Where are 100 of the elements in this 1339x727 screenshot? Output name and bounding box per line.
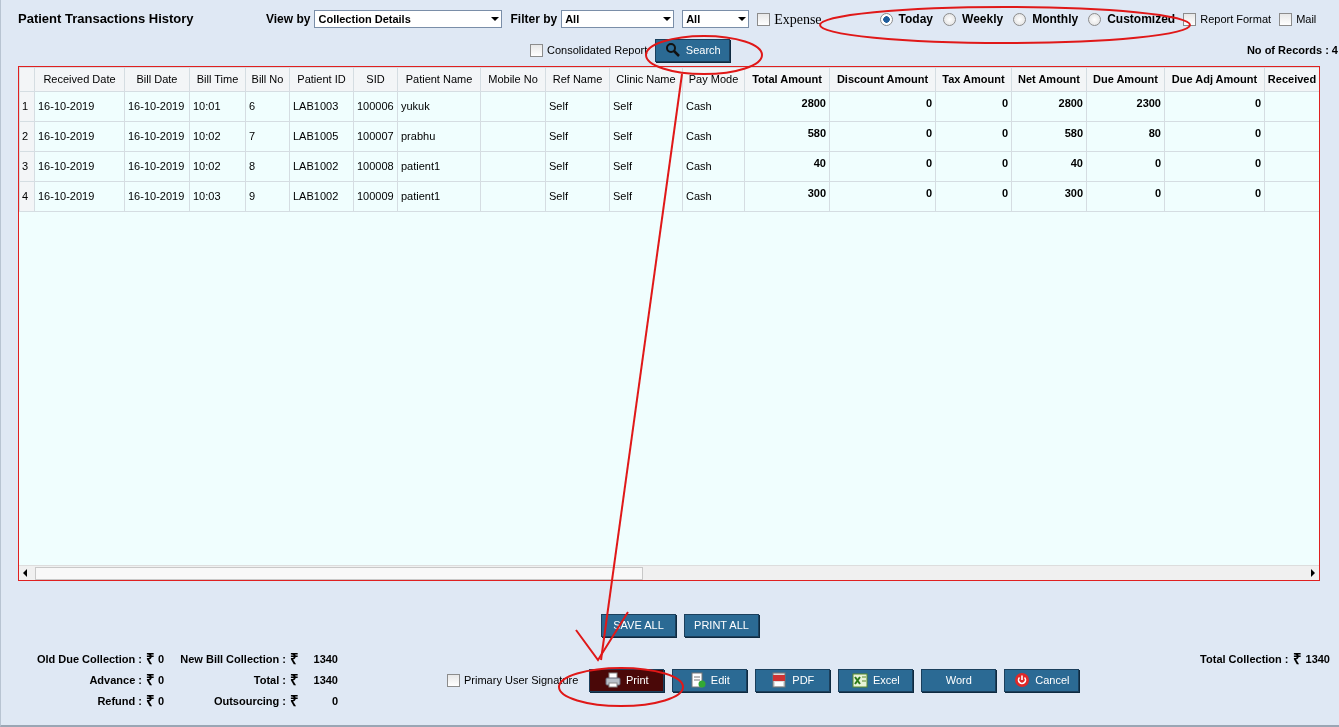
table-cell: 16-10-2019: [34, 91, 125, 122]
table-cell: Cash: [682, 151, 745, 182]
table-cell: 16-10-2019: [34, 151, 125, 182]
checkbox-label: Consolidated Report: [547, 42, 648, 58]
column-header: Mobile No: [480, 67, 546, 92]
summary-label: Total Collection :: [1200, 651, 1289, 667]
checkbox-label: Report Format: [1200, 11, 1272, 27]
checkbox[interactable]: [447, 673, 460, 687]
table-cell: 2800: [1011, 91, 1087, 122]
table-cell: 80: [1086, 121, 1165, 152]
field-label: View by: [266, 11, 311, 28]
column-header: Discount Amount: [829, 67, 936, 92]
checkbox[interactable]: [1279, 12, 1293, 26]
row-number: 2: [19, 121, 35, 152]
dropdown[interactable]: All: [682, 10, 750, 28]
action-button[interactable]: PDF: [755, 668, 831, 692]
radio-button[interactable]: [879, 12, 893, 26]
power-icon: [1014, 672, 1031, 688]
table-cell: Self: [609, 91, 683, 122]
dropdown[interactable]: Collection Details: [314, 10, 503, 28]
table-cell: Self: [609, 151, 683, 182]
table-cell: prabhu: [397, 121, 481, 152]
column-header: Bill No: [245, 67, 290, 92]
table-cell: Cash: [682, 181, 745, 212]
column-header: Patient ID: [289, 67, 354, 92]
summary-value: 0: [158, 694, 166, 709]
table-cell: Self: [609, 181, 683, 212]
column-header: Received: [1264, 67, 1319, 92]
table-cell: 0: [1164, 181, 1265, 212]
horizontal-scrollbar[interactable]: [19, 565, 1319, 580]
search-button[interactable]: Search: [655, 38, 731, 62]
action-button[interactable]: Word: [921, 668, 997, 692]
table-cell: patient1: [397, 151, 481, 182]
table-cell: 100006: [353, 91, 398, 122]
table-cell: 0: [1086, 151, 1165, 182]
table-cell: 16-10-2019: [124, 121, 190, 152]
radio-label: Customized: [1107, 11, 1176, 28]
table-cell: 16-10-2019: [124, 151, 190, 182]
table-cell: 10:02: [189, 121, 246, 152]
rupee-symbol: ₹: [288, 671, 300, 689]
action-button[interactable]: PRINT ALL: [684, 614, 759, 637]
table-cell: 10:01: [189, 91, 246, 122]
column-header: Received Date: [34, 67, 125, 92]
checkbox[interactable]: [530, 43, 543, 57]
table-cell: 40: [1011, 151, 1087, 182]
summary-label: Outsourcing :: [212, 694, 286, 709]
rupee-symbol: ₹: [288, 650, 300, 668]
table-cell: Self: [545, 91, 610, 122]
rupee-symbol: ₹: [144, 650, 156, 668]
action-button[interactable]: Excel: [838, 668, 914, 692]
page-title: Patient Transactions History: [18, 10, 195, 29]
row-number: 4: [19, 181, 35, 212]
summary-value: 0: [330, 694, 338, 709]
rupee-symbol: ₹: [144, 692, 156, 710]
printer-icon: [605, 672, 621, 688]
field-label: Filter by: [510, 11, 558, 28]
search-icon: [664, 42, 681, 58]
rupee-symbol: ₹: [144, 671, 156, 689]
action-button[interactable]: Edit: [672, 668, 748, 692]
column-header: Ref Name: [545, 67, 610, 92]
column-header: Net Amount: [1011, 67, 1087, 92]
action-button[interactable]: Print: [589, 668, 665, 692]
action-button[interactable]: Cancel: [1004, 668, 1080, 692]
table-cell: 300: [1011, 181, 1087, 212]
table-cell: 6: [245, 91, 290, 122]
summary-value: 0: [158, 673, 166, 688]
checkbox-label: Expense: [774, 10, 822, 29]
rupee-symbol: ₹: [1292, 650, 1302, 668]
table-cell: 0: [935, 91, 1012, 122]
summary-value: 1340: [312, 673, 338, 688]
table-cell: Self: [545, 151, 610, 182]
pdf-file-icon: [771, 672, 788, 688]
table-cell: LAB1002: [289, 181, 354, 212]
table-cell: 100008: [353, 151, 398, 182]
table-cell: 10:02: [189, 151, 246, 182]
record-count: No of Records : 4: [1246, 42, 1338, 58]
table-cell: 16-10-2019: [124, 91, 190, 122]
table-cell: 580: [744, 121, 830, 152]
summary-value: 1340: [312, 652, 338, 667]
row-number: 1: [19, 91, 35, 122]
radio-button[interactable]: [943, 12, 957, 26]
table-cell: 0: [829, 91, 936, 122]
radio-label: Today: [898, 11, 934, 28]
column-header: Due Adj Amount: [1164, 67, 1265, 92]
table-cell: 0: [1164, 121, 1265, 152]
column-header: SID: [353, 67, 398, 92]
summary-label: Total :: [252, 673, 286, 688]
checkbox[interactable]: [757, 12, 771, 26]
radio-button[interactable]: [1013, 12, 1027, 26]
table-cell: 7: [245, 121, 290, 152]
table-cell: 0: [1086, 181, 1165, 212]
radio-button[interactable]: [1088, 12, 1102, 26]
table-cell: Cash: [682, 91, 745, 122]
radio-label: Monthly: [1032, 11, 1079, 28]
table-cell: 0: [935, 181, 1012, 212]
dropdown[interactable]: All: [561, 10, 675, 28]
radio-label: Weekly: [962, 11, 1004, 28]
summary-label: Old Due Collection :: [35, 652, 142, 667]
table-cell: 2300: [1086, 91, 1165, 122]
table-cell: 0: [829, 151, 936, 182]
